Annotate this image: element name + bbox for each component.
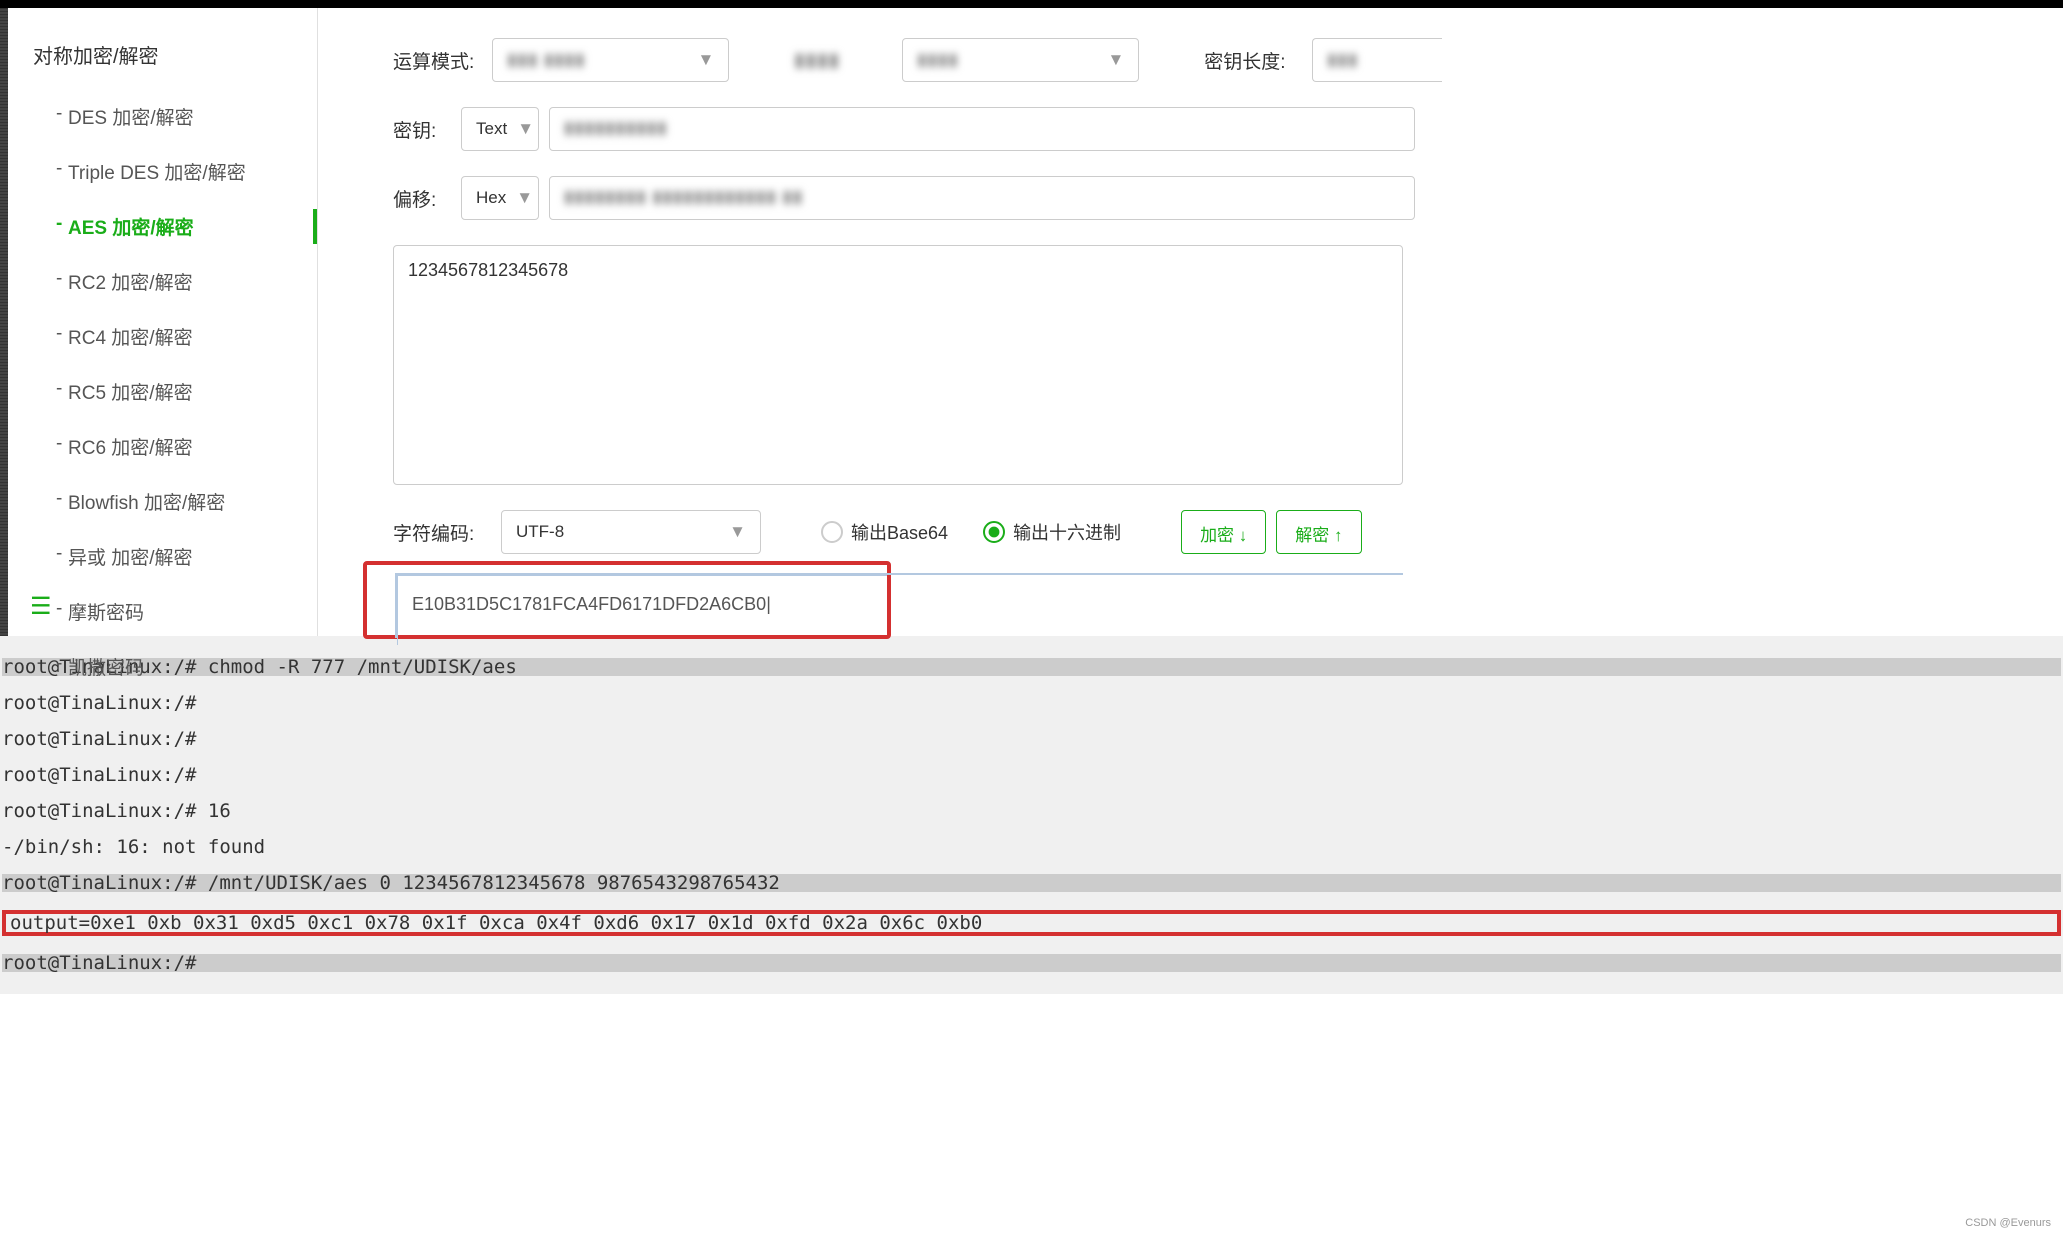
sidebar-item-rc2[interactable]: RC2 加密/解密 bbox=[8, 254, 317, 309]
radio-icon bbox=[821, 521, 843, 543]
mode-value: ▮▮▮ ▮▮▮▮ bbox=[507, 50, 585, 70]
sidebar-item-label: RC2 加密/解密 bbox=[56, 273, 193, 294]
sidebar-item-3des[interactable]: Triple DES 加密/解密 bbox=[8, 144, 317, 199]
padding-label: ▮▮▮▮ bbox=[794, 49, 884, 72]
radio-hex-label: 输出十六进制 bbox=[1013, 519, 1121, 545]
dropdown-icon: ▼ bbox=[697, 50, 714, 70]
key-label: 密钥: bbox=[393, 116, 443, 143]
terminal-line: root@TinaLinux:/# bbox=[2, 954, 2061, 972]
sidebar-item-label: 凯撒密码 bbox=[56, 658, 144, 679]
iv-input-value: ▮▮▮▮▮▮▮▮ ▮▮▮▮▮▮▮▮▮▮▮▮ ▮▮ bbox=[564, 187, 803, 206]
dropdown-icon: ▼ bbox=[729, 522, 746, 542]
terminal-line: root@TinaLinux:/# bbox=[2, 730, 2061, 748]
sidebar-item-des[interactable]: DES 加密/解密 bbox=[8, 89, 317, 144]
terminal-line: -/bin/sh: 16: not found bbox=[2, 838, 2061, 856]
sidebar-item-rc4[interactable]: RC4 加密/解密 bbox=[8, 309, 317, 364]
key-input[interactable]: ▮▮▮▮▮▮▮▮▮▮ bbox=[549, 107, 1415, 151]
sidebar-item-aes[interactable]: AES 加密/解密 bbox=[8, 199, 317, 254]
terminal-line: output=0xe1 0xb 0x31 0xd5 0xc1 0x78 0x1f… bbox=[10, 912, 982, 934]
padding-select[interactable]: ▮▮▮▮ ▼ bbox=[902, 38, 1139, 82]
encrypt-button[interactable]: 加密 ↓ bbox=[1181, 510, 1266, 554]
output-highlight: E10B31D5C1781FCA4FD6171DFD2A6CB0| bbox=[363, 561, 891, 639]
keylen-value: ▮▮▮ bbox=[1327, 50, 1358, 70]
input-textarea[interactable]: 1234567812345678 bbox=[393, 245, 1403, 485]
radio-hex[interactable]: 输出十六进制 bbox=[983, 519, 1121, 545]
terminal-output-highlight: output=0xe1 0xb 0x31 0xd5 0xc1 0x78 0x1f… bbox=[2, 910, 2061, 936]
decrypt-button[interactable]: 解密 ↑ bbox=[1276, 510, 1361, 554]
sidebar-item-label: 摩斯密码 bbox=[56, 603, 144, 624]
mode-label: 运算模式: bbox=[393, 47, 474, 74]
sidebar-item-morse[interactable]: 摩斯密码 bbox=[8, 584, 317, 639]
sidebar-item-label: RC6 加密/解密 bbox=[56, 438, 193, 459]
key-input-value: ▮▮▮▮▮▮▮▮▮▮ bbox=[564, 118, 668, 137]
sidebar-item-label: AES 加密/解密 bbox=[56, 218, 194, 239]
sidebar-item-blowfish[interactable]: Blowfish 加密/解密 bbox=[8, 474, 317, 529]
input-text-value: 1234567812345678 bbox=[408, 260, 568, 280]
watermark: CSDN @Evenurs bbox=[1965, 1217, 2051, 1229]
terminal-line: root@TinaLinux:/# /mnt/UDISK/aes 0 12345… bbox=[2, 874, 2061, 892]
iv-label: 偏移: bbox=[393, 185, 443, 212]
sidebar-item-label: RC5 加密/解密 bbox=[56, 383, 193, 404]
dropdown-icon: ▼ bbox=[516, 188, 533, 208]
key-type-select[interactable]: Text ▼ bbox=[461, 107, 539, 151]
iv-type-select[interactable]: Hex ▼ bbox=[461, 176, 539, 220]
sidebar-item-label: Triple DES 加密/解密 bbox=[56, 163, 246, 184]
key-type-value: Text bbox=[476, 119, 507, 139]
iv-type-value: Hex bbox=[476, 188, 506, 208]
dropdown-icon: ▼ bbox=[1107, 50, 1124, 70]
sidebar-item-label: 异或 加密/解密 bbox=[56, 548, 193, 569]
hamburger-icon[interactable]: ☰ bbox=[30, 592, 52, 621]
sidebar-item-label: RC4 加密/解密 bbox=[56, 328, 193, 349]
terminal-line: root@TinaLinux:/# bbox=[2, 694, 2061, 712]
sidebar-item-xor[interactable]: 异或 加密/解密 bbox=[8, 529, 317, 584]
mode-select[interactable]: ▮▮▮ ▮▮▮▮ ▼ bbox=[492, 38, 729, 82]
sidebar-item-label: DES 加密/解密 bbox=[56, 108, 194, 129]
sidebar-title: 对称加密/解密 bbox=[8, 28, 317, 89]
radio-icon bbox=[983, 521, 1005, 543]
padding-value: ▮▮▮▮ bbox=[917, 50, 958, 70]
radio-base64-label: 输出Base64 bbox=[851, 519, 948, 545]
charset-value: UTF-8 bbox=[516, 522, 564, 542]
radio-base64[interactable]: 输出Base64 bbox=[821, 519, 948, 545]
iv-input[interactable]: ▮▮▮▮▮▮▮▮ ▮▮▮▮▮▮▮▮▮▮▮▮ ▮▮ bbox=[549, 176, 1415, 220]
dropdown-icon: ▼ bbox=[517, 119, 534, 139]
keylen-select[interactable]: ▮▮▮ bbox=[1312, 38, 1442, 82]
terminal-line: root@TinaLinux:/# 16 bbox=[2, 802, 2061, 820]
sidebar-item-rc6[interactable]: RC6 加密/解密 bbox=[8, 419, 317, 474]
sidebar-item-rc5[interactable]: RC5 加密/解密 bbox=[8, 364, 317, 419]
charset-label: 字符编码: bbox=[393, 519, 483, 546]
sidebar-item-caesar[interactable]: 凯撒密码 bbox=[8, 639, 317, 694]
keylen-label: 密钥长度: bbox=[1204, 47, 1294, 74]
sidebar-item-label: Blowfish 加密/解密 bbox=[56, 493, 225, 514]
terminal-line: root@TinaLinux:/# bbox=[2, 766, 2061, 784]
charset-select[interactable]: UTF-8 ▼ bbox=[501, 510, 761, 554]
